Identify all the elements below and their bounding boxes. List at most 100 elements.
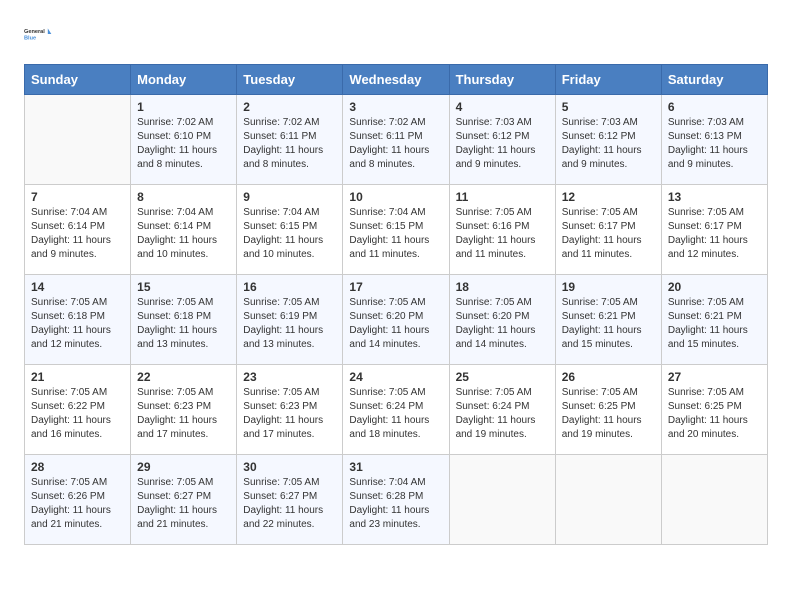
day-number: 5 (562, 100, 655, 114)
day-number: 12 (562, 190, 655, 204)
calendar-week-row: 14 Sunrise: 7:05 AMSunset: 6:18 PMDayligh… (25, 275, 768, 365)
day-info: Sunrise: 7:05 AMSunset: 6:18 PMDaylight:… (137, 296, 230, 352)
day-info: Sunrise: 7:02 AMSunset: 6:10 PMDaylight:… (137, 116, 230, 172)
day-number: 21 (31, 370, 124, 384)
calendar-week-row: 7Sunrise: 7:04 AMSunset: 6:14 PMDaylight… (25, 185, 768, 275)
day-info: Sunrise: 7:05 AMSunset: 6:25 PMDaylight:… (668, 386, 761, 442)
day-number: 31 (349, 460, 442, 474)
weekday-header-thursday: Thursday (449, 65, 555, 95)
day-number: 30 (243, 460, 336, 474)
weekday-header-sunday: Sunday (25, 65, 131, 95)
calendar-week-row: 1 Sunrise: 7:02 AMSunset: 6:10 PMDaylight… (25, 95, 768, 185)
calendar-cell: 4Sunrise: 7:03 AMSunset: 6:12 PMDaylight… (449, 95, 555, 185)
day-info: Sunrise: 7:05 AMSunset: 6:23 PMDaylight:… (243, 386, 336, 442)
day-number: 25 (456, 370, 549, 384)
day-info: Sunrise: 7:05 AMSunset: 6:23 PMDaylight:… (137, 386, 230, 442)
calendar-cell (449, 455, 555, 545)
day-number: 3 (349, 100, 442, 114)
calendar-cell: 11Sunrise: 7:05 AMSunset: 6:16 PMDayligh… (449, 185, 555, 275)
svg-text:Blue: Blue (24, 35, 36, 41)
day-number: 15 (137, 280, 230, 294)
calendar-cell: 18 Sunrise: 7:05 AMSunset: 6:20 PMDayligh… (449, 275, 555, 365)
calendar-cell: 12 Sunrise: 7:05 AMSunset: 6:17 PMDayligh… (555, 185, 661, 275)
day-number: 28 (31, 460, 124, 474)
day-info: Sunrise: 7:05 AMSunset: 6:19 PMDaylight:… (243, 296, 336, 352)
day-info: Sunrise: 7:03 AMSunset: 6:13 PMDaylight:… (668, 116, 761, 172)
calendar-cell: 26 Sunrise: 7:05 AMSunset: 6:25 PMDayligh… (555, 365, 661, 455)
calendar-cell: 6 Sunrise: 7:03 AMSunset: 6:13 PMDaylight… (661, 95, 767, 185)
day-info: Sunrise: 7:02 AMSunset: 6:11 PMDaylight:… (349, 116, 442, 172)
day-info: Sunrise: 7:04 AMSunset: 6:15 PMDaylight:… (349, 206, 442, 262)
day-info: Sunrise: 7:02 AMSunset: 6:11 PMDaylight:… (243, 116, 336, 172)
day-info: Sunrise: 7:05 AMSunset: 6:17 PMDaylight:… (668, 206, 761, 262)
calendar-cell: 7Sunrise: 7:04 AMSunset: 6:14 PMDaylight… (25, 185, 131, 275)
calendar-cell: 25 Sunrise: 7:05 AMSunset: 6:24 PMDayligh… (449, 365, 555, 455)
day-number: 29 (137, 460, 230, 474)
day-info: Sunrise: 7:03 AMSunset: 6:12 PMDaylight:… (456, 116, 549, 172)
day-number: 26 (562, 370, 655, 384)
day-info: Sunrise: 7:05 AMSunset: 6:24 PMDaylight:… (456, 386, 549, 442)
day-number: 17 (349, 280, 442, 294)
calendar-cell: 30 Sunrise: 7:05 AMSunset: 6:27 PMDayligh… (237, 455, 343, 545)
header: GeneralBlue (24, 20, 768, 48)
day-info: Sunrise: 7:05 AMSunset: 6:18 PMDaylight:… (31, 296, 124, 352)
day-info: Sunrise: 7:05 AMSunset: 6:27 PMDaylight:… (137, 476, 230, 532)
weekday-header-row: SundayMondayTuesdayWednesdayThursdayFrid… (25, 65, 768, 95)
calendar-cell (661, 455, 767, 545)
day-number: 2 (243, 100, 336, 114)
day-info: Sunrise: 7:04 AMSunset: 6:14 PMDaylight:… (31, 206, 124, 262)
day-number: 27 (668, 370, 761, 384)
calendar-cell (25, 95, 131, 185)
calendar-week-row: 21Sunrise: 7:05 AMSunset: 6:22 PMDayligh… (25, 365, 768, 455)
calendar-cell: 21Sunrise: 7:05 AMSunset: 6:22 PMDayligh… (25, 365, 131, 455)
calendar-cell: 1 Sunrise: 7:02 AMSunset: 6:10 PMDaylight… (131, 95, 237, 185)
calendar-cell: 31 Sunrise: 7:04 AMSunset: 6:28 PMDayligh… (343, 455, 449, 545)
svg-text:General: General (24, 29, 45, 35)
day-info: Sunrise: 7:05 AMSunset: 6:25 PMDaylight:… (562, 386, 655, 442)
day-info: Sunrise: 7:04 AMSunset: 6:14 PMDaylight:… (137, 206, 230, 262)
calendar-cell: 24Sunrise: 7:05 AMSunset: 6:24 PMDayligh… (343, 365, 449, 455)
day-info: Sunrise: 7:05 AMSunset: 6:27 PMDaylight:… (243, 476, 336, 532)
calendar-cell: 14 Sunrise: 7:05 AMSunset: 6:18 PMDayligh… (25, 275, 131, 365)
calendar-week-row: 28Sunrise: 7:05 AMSunset: 6:26 PMDayligh… (25, 455, 768, 545)
day-number: 23 (243, 370, 336, 384)
day-info: Sunrise: 7:05 AMSunset: 6:21 PMDaylight:… (668, 296, 761, 352)
calendar-cell: 17 Sunrise: 7:05 AMSunset: 6:20 PMDayligh… (343, 275, 449, 365)
day-number: 19 (562, 280, 655, 294)
calendar-cell: 16 Sunrise: 7:05 AMSunset: 6:19 PMDayligh… (237, 275, 343, 365)
day-number: 8 (137, 190, 230, 204)
day-info: Sunrise: 7:03 AMSunset: 6:12 PMDaylight:… (562, 116, 655, 172)
calendar-cell: 8 Sunrise: 7:04 AMSunset: 6:14 PMDaylight… (131, 185, 237, 275)
day-number: 10 (349, 190, 442, 204)
calendar-cell: 10 Sunrise: 7:04 AMSunset: 6:15 PMDayligh… (343, 185, 449, 275)
day-info: Sunrise: 7:05 AMSunset: 6:20 PMDaylight:… (349, 296, 442, 352)
day-number: 14 (31, 280, 124, 294)
logo-icon: GeneralBlue (24, 20, 52, 48)
day-info: Sunrise: 7:05 AMSunset: 6:20 PMDaylight:… (456, 296, 549, 352)
calendar-cell: 20 Sunrise: 7:05 AMSunset: 6:21 PMDayligh… (661, 275, 767, 365)
day-number: 18 (456, 280, 549, 294)
day-number: 6 (668, 100, 761, 114)
calendar-table: SundayMondayTuesdayWednesdayThursdayFrid… (24, 64, 768, 545)
calendar-cell: 2 Sunrise: 7:02 AMSunset: 6:11 PMDaylight… (237, 95, 343, 185)
day-info: Sunrise: 7:05 AMSunset: 6:17 PMDaylight:… (562, 206, 655, 262)
calendar-cell: 15 Sunrise: 7:05 AMSunset: 6:18 PMDayligh… (131, 275, 237, 365)
day-number: 13 (668, 190, 761, 204)
calendar-cell: 22 Sunrise: 7:05 AMSunset: 6:23 PMDayligh… (131, 365, 237, 455)
day-info: Sunrise: 7:05 AMSunset: 6:16 PMDaylight:… (456, 206, 549, 262)
day-number: 1 (137, 100, 230, 114)
calendar-cell: 3 Sunrise: 7:02 AMSunset: 6:11 PMDaylight… (343, 95, 449, 185)
calendar-cell (555, 455, 661, 545)
day-info: Sunrise: 7:04 AMSunset: 6:15 PMDaylight:… (243, 206, 336, 262)
weekday-header-tuesday: Tuesday (237, 65, 343, 95)
day-number: 16 (243, 280, 336, 294)
weekday-header-saturday: Saturday (661, 65, 767, 95)
calendar-cell: 27 Sunrise: 7:05 AMSunset: 6:25 PMDayligh… (661, 365, 767, 455)
logo: GeneralBlue (24, 20, 52, 48)
calendar-cell: 5 Sunrise: 7:03 AMSunset: 6:12 PMDaylight… (555, 95, 661, 185)
day-info: Sunrise: 7:04 AMSunset: 6:28 PMDaylight:… (349, 476, 442, 532)
calendar-cell: 19Sunrise: 7:05 AMSunset: 6:21 PMDayligh… (555, 275, 661, 365)
day-number: 20 (668, 280, 761, 294)
day-number: 22 (137, 370, 230, 384)
calendar-cell: 28Sunrise: 7:05 AMSunset: 6:26 PMDayligh… (25, 455, 131, 545)
